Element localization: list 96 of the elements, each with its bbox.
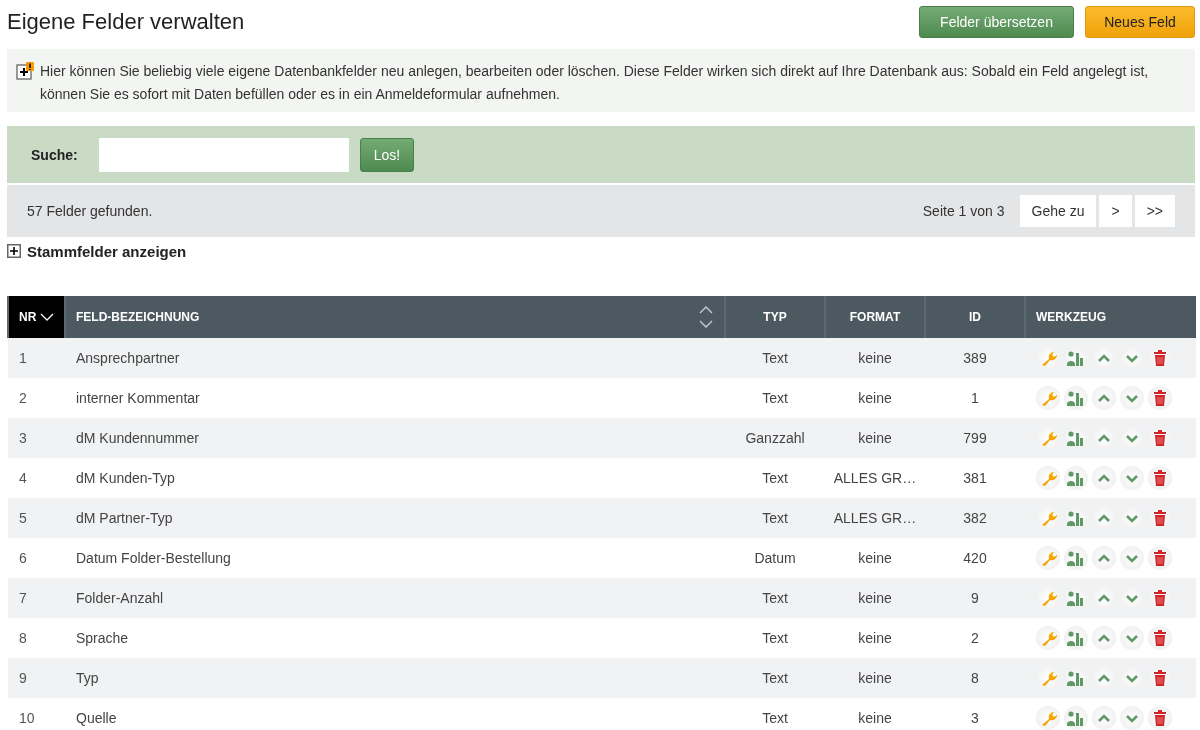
table-cell: dM Partner-Typ [65, 498, 725, 538]
column-header: ID [925, 296, 1025, 338]
sort-icon[interactable] [698, 305, 714, 329]
column-header: TYP [725, 296, 825, 338]
table-cell: 8 [925, 658, 1025, 698]
trash-icon[interactable] [1148, 466, 1172, 490]
table-cell: 420 [925, 538, 1025, 578]
column-header: WERKZEUG [1025, 296, 1196, 338]
table-cell: 799 [925, 418, 1025, 458]
arrow-up-icon[interactable] [1092, 706, 1116, 730]
table-cell: 9 [8, 658, 65, 698]
page-title: Eigene Felder verwalten [7, 9, 245, 35]
table-cell: 8 [8, 618, 65, 658]
table-cell: 1 [8, 338, 65, 378]
arrow-down-icon[interactable] [1120, 386, 1144, 410]
wrench-icon[interactable] [1036, 626, 1060, 650]
wrench-icon[interactable] [1036, 466, 1060, 490]
arrow-up-icon[interactable] [1092, 626, 1116, 650]
trash-icon[interactable] [1148, 386, 1172, 410]
table-cell: Sprache [65, 618, 725, 658]
table-cell: keine [825, 338, 925, 378]
wrench-icon[interactable] [1036, 706, 1060, 730]
arrow-up-icon[interactable] [1092, 386, 1116, 410]
column-header: FORMAT [825, 296, 925, 338]
table-cell: dM Kunden-Typ [65, 458, 725, 498]
column-header[interactable]: NR [8, 296, 65, 338]
table-cell: 5 [8, 498, 65, 538]
arrow-up-icon[interactable] [1092, 466, 1116, 490]
table-cell: Text [725, 578, 825, 618]
table-cell: Text [725, 698, 825, 730]
arrow-down-icon[interactable] [1120, 466, 1144, 490]
table-cell: Text [725, 618, 825, 658]
table-cell: Text [725, 458, 825, 498]
table-cell: 6 [8, 538, 65, 578]
info-text: Hier können Sie beliebig viele eigene Datenbankfelder neu anlegen, bearbeiten oder löschen. Diese Felder wirken sich direkt auf Ihre Datenbank aus: Sobald ein Feld angelegt ist, können Sie es sofort mit Daten befüllen oder es in ein Anmeldeformular aufnehmen. [40, 62, 1150, 101]
chart-person-icon[interactable] [1064, 706, 1088, 730]
arrow-up-icon[interactable] [1092, 546, 1116, 570]
chart-person-icon[interactable] [1064, 386, 1088, 410]
search-field[interactable] [99, 137, 349, 172]
table-cell: keine [825, 538, 925, 578]
table-cell: dM Kundennummer [65, 418, 725, 458]
plus-box-icon[interactable] [7, 244, 21, 258]
table-cell: Text [725, 378, 825, 418]
goto-button[interactable]: Gehe zu [1019, 195, 1097, 227]
table-cell: Quelle [65, 698, 725, 730]
plus-warning-icon [16, 62, 34, 80]
new-field-button[interactable]: Neues Feld [1085, 6, 1195, 38]
wrench-icon[interactable] [1036, 546, 1060, 570]
chart-person-icon[interactable] [1064, 466, 1088, 490]
table-cell: interner Kommentar [65, 378, 725, 418]
arrow-down-icon[interactable] [1120, 706, 1144, 730]
table-cell: Ansprechpartner [65, 338, 725, 378]
sort-down-icon[interactable] [40, 312, 54, 322]
table-cell: Text [725, 498, 825, 538]
arrow-down-icon[interactable] [1120, 626, 1144, 650]
table-cell: Ganzzahl [725, 418, 825, 458]
wrench-icon[interactable] [1036, 386, 1060, 410]
trash-icon[interactable] [1148, 706, 1172, 730]
table-cell: keine [825, 378, 925, 418]
table-cell: Typ [65, 658, 725, 698]
table-cell: Datum Folder-Bestellung [65, 538, 725, 578]
table-cell: 382 [925, 498, 1025, 538]
table-cell: ALLES GR… [825, 458, 925, 498]
table-cell: Text [725, 658, 825, 698]
table-cell: 389 [925, 338, 1025, 378]
table-cell: keine [825, 618, 925, 658]
table-cell: 3 [8, 418, 65, 458]
trash-icon[interactable] [1148, 626, 1172, 650]
table-cell: keine [825, 658, 925, 698]
table-cell: keine [825, 698, 925, 730]
table-cell: 3 [925, 698, 1025, 730]
table-cell: 2 [8, 378, 65, 418]
table-cell: ALLES GR… [825, 498, 925, 538]
master-fields-toggle[interactable]: Stammfelder anzeigen [7, 242, 187, 260]
table-cell: Text [725, 338, 825, 378]
search-label: Suche: [31, 146, 79, 163]
chart-person-icon[interactable] [1064, 626, 1088, 650]
table-cell: 4 [8, 458, 65, 498]
last-page-button[interactable]: >> [1134, 195, 1175, 227]
arrow-down-icon[interactable] [1120, 546, 1144, 570]
table-cell: 2 [925, 618, 1025, 658]
page-info: Seite 1 von 3 [922, 203, 1005, 219]
chart-person-icon[interactable] [1064, 546, 1088, 570]
table-cell: 10 [8, 698, 65, 730]
next-page-button[interactable]: > [1099, 195, 1132, 227]
table-cell: keine [825, 578, 925, 618]
results-count: 57 Felder gefunden. [27, 203, 153, 219]
table-cell: 9 [925, 578, 1025, 618]
table-cell: 381 [925, 458, 1025, 498]
column-header[interactable]: FELD-BEZEICHNUNG [65, 296, 725, 338]
table-cell: keine [825, 418, 925, 458]
table-cell: 1 [925, 378, 1025, 418]
table-cell: Folder-Anzahl [65, 578, 725, 618]
trash-icon[interactable] [1148, 546, 1172, 570]
table-cell: 7 [8, 578, 65, 618]
table-cell: Datum [725, 538, 825, 578]
